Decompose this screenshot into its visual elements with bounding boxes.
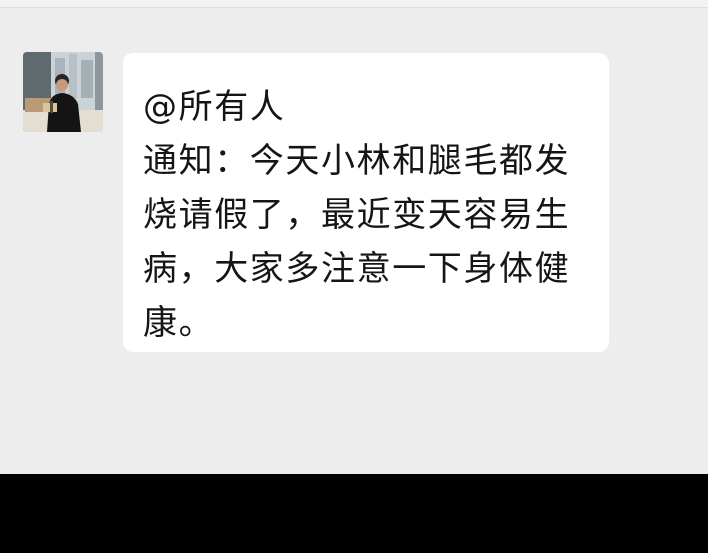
bottom-black-bar [0,474,708,553]
top-divider [0,0,708,8]
message-text-line: 病，大家多注意一下身体健 [143,249,571,289]
message-text-line: 康。 [143,303,215,343]
message-text-line: 通知：今天小林和腿毛都发 [143,141,571,181]
mention-line: @所有人 [143,87,286,127]
message-bubble[interactable]: @所有人 通知：今天小林和腿毛都发 烧请假了，最近变天容易生 病，大家多注意一下… [123,53,609,352]
avatar-photo [23,52,103,132]
message-text-line: 烧请假了，最近变天容易生 [143,195,571,235]
sender-avatar[interactable] [23,52,103,132]
chat-area: @所有人 通知：今天小林和腿毛都发 烧请假了，最近变天容易生 病，大家多注意一下… [0,0,708,474]
